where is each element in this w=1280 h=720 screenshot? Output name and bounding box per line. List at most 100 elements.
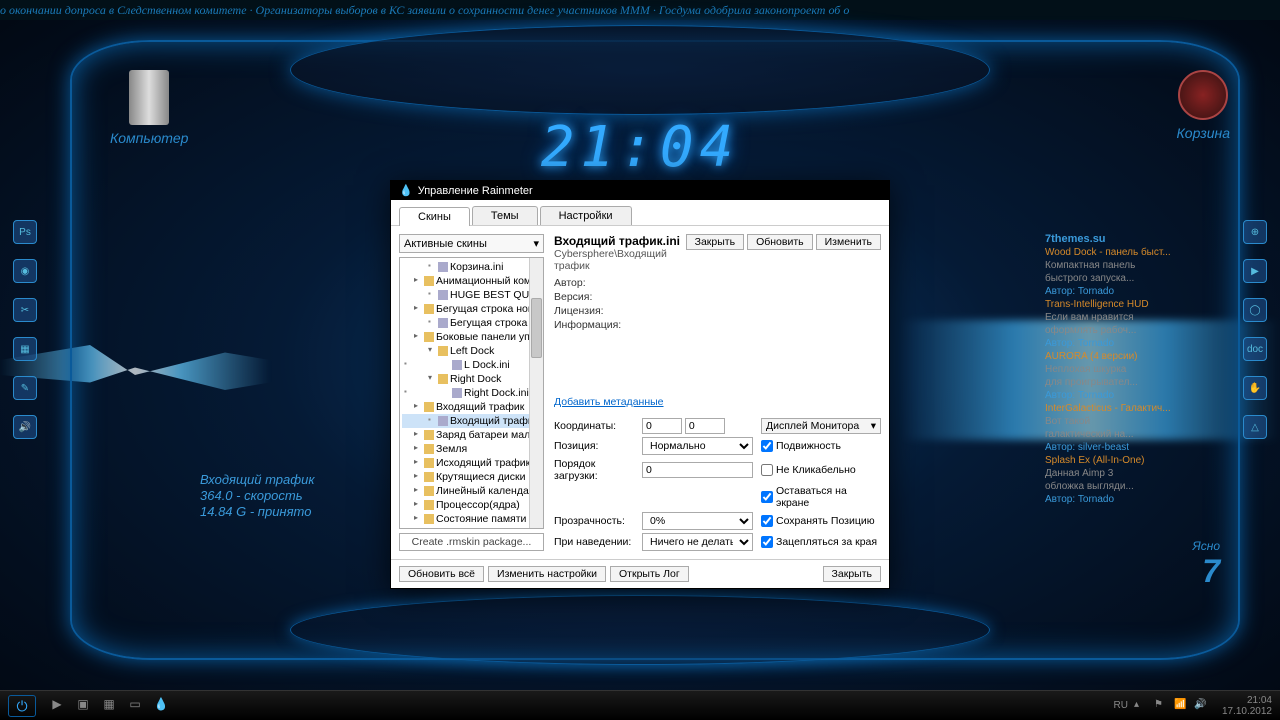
open-log-button[interactable]: Открыть Лог: [610, 566, 689, 582]
grid-icon[interactable]: ▦: [13, 337, 37, 361]
tray-network-icon[interactable]: 📶: [1174, 699, 1188, 713]
tree-folder[interactable]: Исходящий трафик: [402, 456, 541, 470]
weather-temp: 7: [1193, 553, 1220, 590]
tree-folder[interactable]: Бегущая строка новосте: [402, 302, 541, 316]
doc-icon[interactable]: doc: [1243, 337, 1267, 361]
mobility-checkbox[interactable]: Подвижность: [761, 440, 881, 452]
triangle-icon[interactable]: △: [1243, 415, 1267, 439]
feed-item[interactable]: AURORA (4 версии) Неплохая шкурка для пр…: [1045, 350, 1230, 402]
tree-folder[interactable]: Входящий трафик: [402, 400, 541, 414]
desktop-clock: 21:04: [541, 115, 740, 180]
tree-file[interactable]: HUGE BEST QUALITY.i: [402, 288, 541, 302]
feed-item[interactable]: InterGalacticus - Галактич... Вот такой …: [1045, 402, 1230, 454]
taskbar-rainmeter-icon[interactable]: 💧: [152, 697, 170, 715]
skins-left-panel: Активные скины ▾ Корзина.iniАнимационный…: [399, 234, 544, 551]
edit-icon[interactable]: ✎: [13, 376, 37, 400]
right-dock: ⊕ ▶ ◯ doc ✋ △: [1240, 220, 1270, 439]
tree-folder[interactable]: Заряд батареи маленьки: [402, 428, 541, 442]
coord-y-input[interactable]: [685, 418, 725, 434]
feed-item[interactable]: Trans-Intelligence HUD Если вам нравится…: [1045, 298, 1230, 350]
photoshop-icon[interactable]: Ps: [13, 220, 37, 244]
tree-scrollbar[interactable]: [529, 258, 543, 528]
refresh-button[interactable]: Обновить: [747, 234, 813, 250]
start-button[interactable]: ⏻: [8, 695, 36, 717]
position-select[interactable]: Нормально: [642, 437, 753, 455]
position-label: Позиция:: [554, 440, 634, 452]
add-metadata-link[interactable]: Добавить метаданные: [554, 396, 881, 408]
chevron-down-icon: ▾: [533, 237, 539, 250]
tree-folder[interactable]: Right Dock: [402, 372, 541, 386]
taskbar[interactable]: ⏻ ▶ ▣ ▦ ▭ 💧 RU ▴ ⚑ 📶 🔊 21:04 17.10.2012: [0, 690, 1280, 720]
desktop-icon-trash[interactable]: Корзина: [1177, 70, 1230, 141]
transparency-label: Прозрачность:: [554, 515, 634, 527]
feed-item[interactable]: Wood Dock - панель быст... Компактная па…: [1045, 246, 1230, 298]
speaker-icon[interactable]: 🔊: [13, 415, 37, 439]
skin-settings-grid: Координаты: Дисплей Монитора▾ Позиция: Н…: [554, 418, 881, 551]
youtube-icon[interactable]: ▶: [1243, 259, 1267, 283]
scrollbar-thumb[interactable]: [531, 298, 542, 358]
tree-folder[interactable]: Left Dock: [402, 344, 541, 358]
app-icon[interactable]: ◉: [13, 259, 37, 283]
tray-chevron-icon[interactable]: ▴: [1134, 699, 1148, 713]
tree-file[interactable]: L Dock.ini: [402, 358, 541, 372]
feed-site[interactable]: 7themes.su: [1045, 233, 1230, 246]
window-titlebar[interactable]: 💧 Управление Rainmeter: [391, 181, 889, 200]
tree-file[interactable]: Корзина.ini: [402, 260, 541, 274]
news-ticker: о окончании допроса в Следственном комит…: [0, 0, 1280, 20]
rainmeter-manage-window[interactable]: 💧 Управление Rainmeter Скины Темы Настро…: [390, 180, 890, 589]
active-skins-dropdown[interactable]: Активные скины ▾: [399, 234, 544, 253]
tree-folder[interactable]: Состояние памяти: [402, 512, 541, 526]
skin-metadata: Автор: Версия: Лицензия: Информация:: [554, 276, 881, 332]
feed-item[interactable]: Splash Ex (All-In-One) Данная Aimp 3 обл…: [1045, 454, 1230, 506]
computer-tower-icon: [129, 70, 169, 125]
snap-edges-checkbox[interactable]: Зацепляться за края: [761, 536, 881, 548]
tree-file[interactable]: Входящий трафик.ini: [402, 414, 541, 428]
edit-settings-button[interactable]: Изменить настройки: [488, 566, 606, 582]
tree-folder[interactable]: Земля: [402, 442, 541, 456]
tab-themes[interactable]: Темы: [472, 206, 538, 225]
hud-top-panel: [290, 25, 990, 115]
traffic-received: 14.84 G - принято: [200, 504, 314, 520]
tab-skins[interactable]: Скины: [399, 207, 470, 226]
skin-title: Входящий трафик.ini: [554, 234, 686, 248]
transparency-select[interactable]: 0%: [642, 512, 753, 530]
taskbar-folder-icon[interactable]: ▭: [126, 697, 144, 715]
close-button[interactable]: Закрыть: [823, 566, 881, 582]
unload-button[interactable]: Закрыть: [686, 234, 744, 250]
tree-folder[interactable]: Боковые панели управле: [402, 330, 541, 344]
taskbar-play-icon[interactable]: ▶: [48, 697, 66, 715]
language-indicator[interactable]: RU: [1113, 700, 1127, 711]
stay-on-screen-checkbox[interactable]: Оставаться на экране: [761, 485, 881, 509]
tree-file[interactable]: Бегущая строка ново: [402, 316, 541, 330]
hand-icon[interactable]: ✋: [1243, 376, 1267, 400]
taskbar-app-icon[interactable]: ▣: [74, 697, 92, 715]
skins-tree[interactable]: Корзина.iniАнимационный компьюHUGE BEST …: [399, 257, 544, 529]
create-package-button[interactable]: Create .rmskin package...: [399, 533, 544, 551]
coord-x-input[interactable]: [642, 418, 682, 434]
save-position-checkbox[interactable]: Сохранять Позицию: [761, 515, 881, 527]
display-monitor-dropdown[interactable]: Дисплей Монитора▾: [761, 418, 881, 434]
tree-folder[interactable]: Крутящиеся диски: [402, 470, 541, 484]
globe2-icon[interactable]: ◯: [1243, 298, 1267, 322]
tray-volume-icon[interactable]: 🔊: [1194, 699, 1208, 713]
coords-label: Координаты:: [554, 420, 634, 432]
scissors-icon[interactable]: ✂: [13, 298, 37, 322]
desktop-icon-computer[interactable]: Компьютер: [110, 70, 188, 146]
taskbar-clock[interactable]: 21:04 17.10.2012: [1222, 695, 1272, 717]
edit-button[interactable]: Изменить: [816, 234, 881, 250]
on-hover-select[interactable]: Ничего не делать: [642, 533, 753, 551]
tree-folder[interactable]: Линейный календарь: [402, 484, 541, 498]
tree-folder[interactable]: Анимационный компью: [402, 274, 541, 288]
weather-widget: Ясно 7: [1193, 539, 1220, 590]
tree-file[interactable]: Right Dock.ini: [402, 386, 541, 400]
taskbar-app-icon[interactable]: ▦: [100, 697, 118, 715]
globe-icon[interactable]: ⊕: [1243, 220, 1267, 244]
system-tray: RU ▴ ⚑ 📶 🔊 21:04 17.10.2012: [1113, 695, 1272, 717]
load-order-input[interactable]: [642, 462, 753, 478]
refresh-all-button[interactable]: Обновить всё: [399, 566, 484, 582]
tree-folder[interactable]: Процессор(ядра): [402, 498, 541, 512]
weather-label: Ясно: [1193, 539, 1220, 553]
tray-flag-icon[interactable]: ⚑: [1154, 699, 1168, 713]
noclick-checkbox[interactable]: Не Кликабельно: [761, 464, 881, 476]
tab-settings[interactable]: Настройки: [540, 206, 632, 225]
